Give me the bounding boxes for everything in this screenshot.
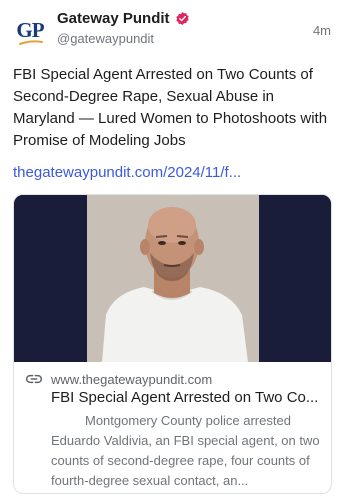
avatar-swoosh-icon xyxy=(19,40,43,45)
link-icon xyxy=(26,374,42,384)
link-preview-title[interactable]: FBI Special Agent Arrested on Two Co... xyxy=(51,388,323,408)
author-name-text: Gateway Pundit xyxy=(57,10,170,27)
link-preview-card[interactable]: www.thegatewaypundit.com FBI Special Age… xyxy=(13,194,332,494)
verified-badge-icon xyxy=(175,11,189,26)
link-preview-domain: www.thegatewaypundit.com xyxy=(51,372,213,387)
avatar[interactable]: GP xyxy=(13,14,47,48)
author-name[interactable]: Gateway Pundit xyxy=(57,10,190,27)
post-link[interactable]: thegatewaypundit.com/2024/11/f... xyxy=(13,162,335,184)
mugshot-photo xyxy=(14,195,331,362)
post-text: FBI Special Agent Arrested on Two Counts… xyxy=(13,66,328,149)
post-timestamp[interactable]: 4m xyxy=(313,23,331,38)
link-preview-description: Montgomery County police arrested Eduard… xyxy=(51,413,320,488)
author-handle[interactable]: @gatewaypundit xyxy=(57,31,154,46)
avatar-logo-text: GP xyxy=(16,17,44,42)
link-preview-image[interactable] xyxy=(14,195,331,362)
post: GP Gateway Pundit @gatewaypundit 4m FBI … xyxy=(0,0,345,500)
